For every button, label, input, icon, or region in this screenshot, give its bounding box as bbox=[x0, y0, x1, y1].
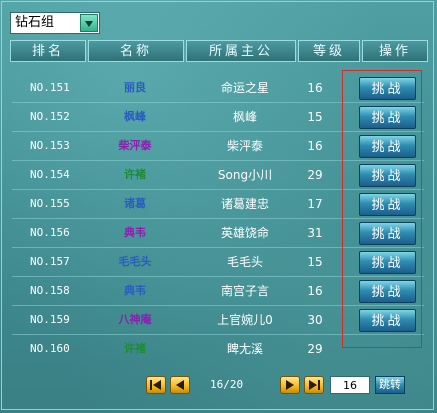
header-level: 等级 bbox=[298, 40, 360, 62]
lord-cell: 睥尢溪 bbox=[226, 342, 263, 356]
name-cell: 柴泙泰 bbox=[118, 139, 152, 152]
group-select-value: 钻石组 bbox=[15, 15, 55, 30]
header-lord: 所属主公 bbox=[186, 40, 296, 62]
rank-cell: NO.157 bbox=[30, 255, 70, 268]
challenge-button[interactable]: 挑战 bbox=[359, 193, 416, 216]
prev-page-icon bbox=[176, 380, 184, 390]
rank-cell: NO.153 bbox=[30, 139, 70, 152]
table-row: NO.155 诸葛 诸葛建忠 17 挑战 bbox=[12, 190, 424, 219]
level-cell: 16 bbox=[307, 139, 323, 153]
challenge-button[interactable]: 挑战 bbox=[359, 251, 416, 274]
rank-cell: NO.151 bbox=[30, 81, 70, 94]
page-info: 16/20 bbox=[210, 378, 244, 391]
jump-button[interactable]: 跳转 bbox=[375, 376, 405, 394]
level-cell: 17 bbox=[307, 197, 323, 211]
lord-cell: 南宫子言 bbox=[220, 284, 269, 298]
challenge-button[interactable]: 挑战 bbox=[359, 222, 416, 245]
rank-cell: NO.160 bbox=[30, 342, 70, 355]
ranking-panel: 钻石组 排名 名称 所属主公 等级 操作 NO.151 丽良 命运之星 16 挑… bbox=[0, 0, 437, 413]
level-cell: 29 bbox=[307, 168, 323, 182]
first-page-icon bbox=[150, 380, 161, 390]
table-row: NO.153 柴泙泰 柴泙泰 16 挑战 bbox=[12, 132, 424, 161]
chevron-down-icon[interactable] bbox=[80, 14, 98, 32]
name-cell: 八神庵 bbox=[118, 313, 152, 326]
rank-cell: NO.154 bbox=[30, 168, 70, 181]
rank-cell: NO.159 bbox=[30, 313, 70, 326]
name-cell: 枫峰 bbox=[124, 110, 146, 123]
lord-cell: 毛毛头 bbox=[226, 255, 263, 269]
level-cell: 29 bbox=[307, 342, 323, 356]
last-page-icon bbox=[309, 380, 320, 390]
challenge-button[interactable]: 挑战 bbox=[359, 164, 416, 187]
rank-cell: NO.158 bbox=[30, 284, 70, 297]
next-page-icon bbox=[286, 380, 294, 390]
level-cell: 15 bbox=[307, 110, 323, 124]
prev-page-button[interactable] bbox=[170, 376, 190, 394]
level-cell: 16 bbox=[307, 81, 323, 95]
rank-cell: NO.152 bbox=[30, 110, 70, 123]
name-cell: 毛毛头 bbox=[118, 255, 152, 268]
challenge-button[interactable]: 挑战 bbox=[359, 280, 416, 303]
rank-cell: NO.155 bbox=[30, 197, 70, 210]
page-number-input[interactable] bbox=[330, 376, 370, 394]
challenge-button[interactable]: 挑战 bbox=[359, 135, 416, 158]
name-cell: 典韦 bbox=[124, 226, 146, 239]
lord-cell: 诸葛建忠 bbox=[220, 197, 269, 211]
level-cell: 30 bbox=[307, 313, 323, 327]
header-action: 操作 bbox=[362, 40, 428, 62]
lord-cell: Song小川 bbox=[217, 168, 273, 182]
table-row: NO.154 许褚 Song小川 29 挑战 bbox=[12, 161, 424, 190]
table-header: 排名 名称 所属主公 等级 操作 bbox=[10, 40, 428, 64]
level-cell: 31 bbox=[307, 226, 323, 240]
next-page-button[interactable] bbox=[280, 376, 300, 394]
first-page-button[interactable] bbox=[146, 376, 166, 394]
table-row: NO.160 许褚 睥尢溪 29 bbox=[12, 335, 424, 364]
table-row: NO.151 丽良 命运之星 16 挑战 bbox=[12, 74, 424, 103]
challenge-button[interactable]: 挑战 bbox=[359, 106, 416, 129]
challenge-button[interactable]: 挑战 bbox=[359, 77, 416, 100]
lord-cell: 枫峰 bbox=[232, 110, 257, 124]
table-row: NO.159 八神庵 上官婉儿0 30 挑战 bbox=[12, 306, 424, 335]
header-rank: 排名 bbox=[10, 40, 86, 62]
lord-cell: 命运之星 bbox=[220, 81, 269, 95]
lord-cell: 柴泙泰 bbox=[226, 139, 263, 153]
table-row: NO.152 枫峰 枫峰 15 挑战 bbox=[12, 103, 424, 132]
header-name: 名称 bbox=[88, 40, 184, 62]
lord-cell: 英雄饶命 bbox=[220, 226, 269, 240]
group-select[interactable]: 钻石组 bbox=[10, 12, 100, 34]
name-cell: 许褚 bbox=[124, 168, 146, 181]
last-page-button[interactable] bbox=[304, 376, 324, 394]
pagination: 16/20 跳转 bbox=[0, 376, 437, 398]
table-row: NO.156 典韦 英雄饶命 31 挑战 bbox=[12, 219, 424, 248]
name-cell: 许褚 bbox=[124, 342, 146, 355]
level-cell: 16 bbox=[307, 284, 323, 298]
name-cell: 丽良 bbox=[124, 81, 146, 94]
table-row: NO.157 毛毛头 毛毛头 15 挑战 bbox=[12, 248, 424, 277]
level-cell: 15 bbox=[307, 255, 323, 269]
lord-cell: 上官婉儿0 bbox=[217, 313, 273, 327]
challenge-button[interactable]: 挑战 bbox=[359, 309, 416, 332]
table-row: NO.158 典韦 南宫子言 16 挑战 bbox=[12, 277, 424, 306]
rank-cell: NO.156 bbox=[30, 226, 70, 239]
name-cell: 典韦 bbox=[124, 284, 146, 297]
name-cell: 诸葛 bbox=[124, 197, 146, 210]
